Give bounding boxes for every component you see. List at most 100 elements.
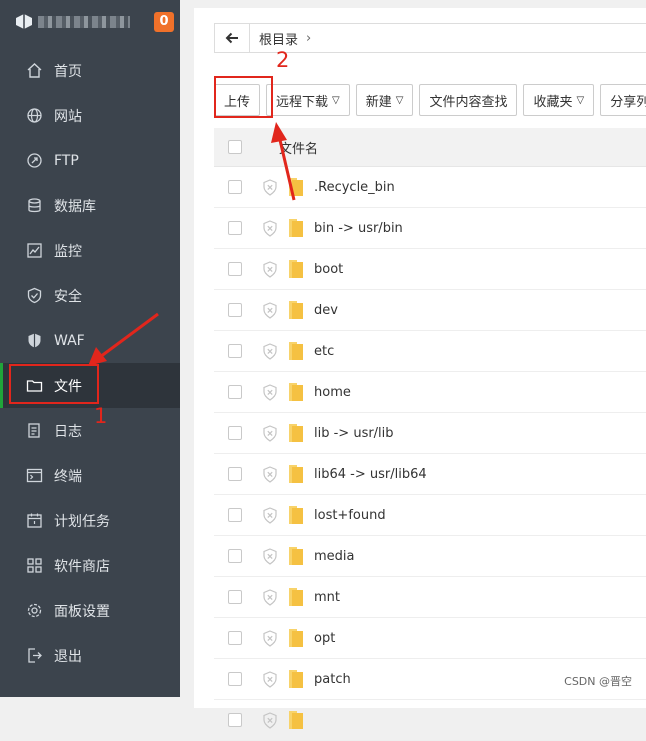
row-checkbox[interactable]	[228, 426, 242, 440]
protect-shield-icon[interactable]	[262, 219, 278, 237]
folder-icon	[289, 711, 303, 729]
annotation-marker-1: 1	[94, 404, 108, 428]
sidebar-item-label: WAF	[54, 332, 85, 349]
row-checkbox[interactable]	[228, 303, 242, 317]
row-checkbox[interactable]	[228, 262, 242, 276]
share-list-button[interactable]: 分享列表	[600, 84, 646, 116]
table-row[interactable]: boot	[214, 249, 646, 290]
sidebar-item-logs[interactable]: 日志	[0, 408, 180, 453]
sidebar-item-website[interactable]: 网站	[0, 93, 180, 138]
sidebar-item-monitor[interactable]: 监控	[0, 228, 180, 273]
protect-shield-icon[interactable]	[262, 178, 278, 196]
favorites-label: 收藏夹	[533, 94, 573, 110]
file-name[interactable]: lib64 -> usr/lib64	[314, 467, 427, 482]
file-name[interactable]: boot	[314, 262, 343, 277]
table-row[interactable]: etc	[214, 331, 646, 372]
sidebar-item-store[interactable]: 软件商店	[0, 543, 180, 588]
file-name[interactable]: media	[314, 549, 355, 564]
sidebar-item-security[interactable]: 安全	[0, 273, 180, 318]
file-name[interactable]: mnt	[314, 590, 340, 605]
protect-shield-icon[interactable]	[262, 260, 278, 278]
sidebar-item-home[interactable]: 首页	[0, 48, 180, 93]
folder-icon	[289, 465, 303, 483]
protect-shield-icon[interactable]	[262, 588, 278, 606]
column-header-name[interactable]: 文件名	[279, 138, 318, 157]
protect-shield-icon[interactable]	[262, 465, 278, 483]
row-checkbox[interactable]	[228, 631, 242, 645]
file-name[interactable]: opt	[314, 631, 335, 646]
protect-shield-icon[interactable]	[262, 424, 278, 442]
file-name[interactable]: etc	[314, 344, 334, 359]
sidebar-item-database[interactable]: 数据库	[0, 183, 180, 228]
row-checkbox[interactable]	[228, 590, 242, 604]
select-all-checkbox[interactable]	[228, 140, 242, 154]
protect-shield-icon[interactable]	[262, 547, 278, 565]
sidebar-item-label: 终端	[54, 468, 82, 485]
sidebar-item-label: FTP	[54, 152, 79, 169]
sidebar-item-cron[interactable]: 计划任务	[0, 498, 180, 543]
table-row[interactable]: dev	[214, 290, 646, 331]
row-checkbox[interactable]	[228, 344, 242, 358]
apps-grid-icon	[27, 558, 42, 573]
protect-shield-icon[interactable]	[262, 301, 278, 319]
row-checkbox[interactable]	[228, 221, 242, 235]
table-row[interactable]: bin -> usr/bin	[214, 208, 646, 249]
sidebar-menu: 首页 网站 FTP 数据库 监控 安全 WAF 文件 日志 终端 计划任务 软件…	[0, 48, 180, 678]
file-name[interactable]: dev	[314, 303, 338, 318]
notification-badge[interactable]: 0	[154, 12, 174, 32]
annotation-marker-2: 2	[276, 48, 290, 72]
new-button[interactable]: 新建 ▽	[355, 84, 414, 116]
sidebar-item-label: 日志	[54, 423, 82, 440]
file-name[interactable]: patch	[314, 672, 351, 687]
table-row[interactable]: .Recycle_bin	[214, 167, 646, 208]
log-icon	[28, 423, 40, 438]
row-checkbox[interactable]	[228, 672, 242, 686]
remote-download-label: 远程下载	[276, 94, 329, 110]
shield-check-icon	[27, 287, 42, 304]
table-row[interactable]: mnt	[214, 577, 646, 618]
file-name[interactable]: bin -> usr/bin	[314, 221, 403, 236]
table-row[interactable]	[214, 700, 646, 741]
table-row[interactable]: home	[214, 372, 646, 413]
row-checkbox[interactable]	[228, 713, 242, 727]
row-checkbox[interactable]	[228, 549, 242, 563]
logout-icon	[28, 648, 42, 663]
table-row[interactable]: lost+found	[214, 495, 646, 536]
table-row[interactable]: media	[214, 536, 646, 577]
row-checkbox[interactable]	[228, 385, 242, 399]
file-name[interactable]: lib -> usr/lib	[314, 426, 394, 441]
protect-shield-icon[interactable]	[262, 383, 278, 401]
folder-icon	[289, 342, 303, 360]
chevron-right-icon: ›	[306, 30, 312, 46]
protect-shield-icon[interactable]	[262, 342, 278, 360]
search-content-button[interactable]: 文件内容查找	[419, 84, 518, 116]
protect-shield-icon[interactable]	[262, 711, 278, 729]
protect-shield-icon[interactable]	[262, 670, 278, 688]
table-row[interactable]: lib -> usr/lib	[214, 413, 646, 454]
table-row[interactable]: lib64 -> usr/lib64	[214, 454, 646, 495]
remote-download-button[interactable]: 远程下载 ▽	[266, 84, 350, 116]
sidebar-item-waf[interactable]: WAF	[0, 318, 180, 363]
arrow-left-icon	[225, 32, 238, 44]
row-checkbox[interactable]	[228, 508, 242, 522]
protect-shield-icon[interactable]	[262, 506, 278, 524]
folder-icon	[289, 547, 303, 565]
back-button[interactable]	[215, 24, 250, 52]
sidebar-item-label: 安全	[54, 288, 82, 305]
file-name[interactable]: lost+found	[314, 508, 386, 523]
file-name[interactable]: home	[314, 385, 351, 400]
table-row[interactable]: opt	[214, 618, 646, 659]
breadcrumb-root[interactable]: 根目录	[259, 29, 298, 48]
row-checkbox[interactable]	[228, 180, 242, 194]
favorites-button[interactable]: 收藏夹 ▽	[523, 84, 595, 116]
protect-shield-icon[interactable]	[262, 629, 278, 647]
watermark: CSDN @晋空	[564, 675, 632, 688]
ftp-icon	[27, 153, 42, 168]
row-checkbox[interactable]	[228, 467, 242, 481]
sidebar-item-logout[interactable]: 退出	[0, 633, 180, 678]
sidebar-item-terminal[interactable]: 终端	[0, 453, 180, 498]
sidebar-item-ftp[interactable]: FTP	[0, 138, 180, 183]
sidebar-item-panel-settings[interactable]: 面板设置	[0, 588, 180, 633]
file-name[interactable]: .Recycle_bin	[314, 180, 395, 195]
waf-shield-icon	[28, 333, 41, 348]
